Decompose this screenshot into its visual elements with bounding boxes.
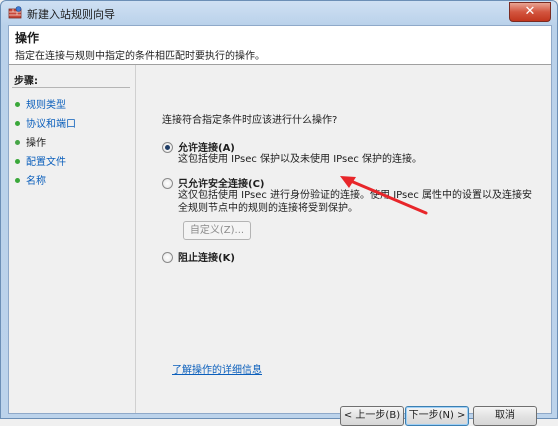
close-button[interactable]: ✕	[509, 2, 551, 22]
radio-unselected-icon[interactable]	[162, 251, 173, 263]
firewall-app-icon	[8, 6, 22, 19]
radio-selected-icon[interactable]	[162, 141, 173, 153]
steps-divider	[12, 87, 130, 88]
learn-more-link[interactable]: 了解操作的详细信息	[172, 361, 262, 376]
radio-block[interactable]: 阻止连接(K)	[162, 249, 235, 264]
step-label: 规则类型	[26, 100, 66, 111]
radio-unselected-icon[interactable]	[162, 177, 173, 189]
step-bullet-icon	[15, 101, 20, 107]
back-button[interactable]: < 上一步(B)	[340, 406, 404, 426]
close-icon: ✕	[524, 4, 536, 19]
page-title: 操作	[15, 31, 40, 45]
next-button[interactable]: 下一步(N) >	[405, 406, 469, 426]
customize-button[interactable]: 自定义(Z)...	[183, 221, 251, 240]
step-rule-type[interactable]: 规则类型	[15, 96, 66, 111]
step-label: 操作	[26, 138, 46, 149]
radio-allow-description: 这包括使用 IPsec 保护以及未使用 IPsec 保护的连接。	[178, 154, 423, 165]
steps-title: 步骤:	[14, 76, 38, 87]
wizard-client-area: 操作 指定在连接与规则中指定的条件相匹配时要执行的操作。 步骤: 规则类型 协议…	[8, 25, 552, 426]
step-profile[interactable]: 配置文件	[15, 153, 66, 168]
main-panel: 连接符合指定条件时应该进行什么操作? 允许连接(A) 这包括使用 IPsec 保…	[136, 65, 551, 426]
cancel-button[interactable]: 取消	[473, 406, 537, 426]
radio-allow[interactable]: 允许连接(A)	[162, 139, 235, 154]
radio-allow-secure[interactable]: 只允许安全连接(C)	[162, 175, 264, 190]
step-label: 配置文件	[26, 157, 66, 168]
page-description: 指定在连接与规则中指定的条件相匹配时要执行的操作。	[15, 51, 265, 62]
step-label: 协议和端口	[26, 119, 76, 130]
step-bullet-icon	[15, 139, 20, 145]
radio-block-label: 阻止连接(K)	[178, 253, 235, 264]
step-name[interactable]: 名称	[15, 172, 46, 187]
step-bullet-icon	[15, 158, 20, 164]
title-bar[interactable]: 新建入站规则向导 ✕	[1, 1, 557, 25]
wizard-header: 操作 指定在连接与规则中指定的条件相匹配时要执行的操作。	[9, 26, 551, 65]
wizard-window: 新建入站规则向导 ✕ 操作 指定在连接与规则中指定的条件相匹配时要执行的操作。 …	[0, 0, 558, 426]
window-title: 新建入站规则向导	[27, 8, 115, 21]
step-label: 名称	[26, 176, 46, 187]
action-prompt: 连接符合指定条件时应该进行什么操作?	[162, 115, 338, 126]
red-annotation-arrow-icon	[340, 176, 428, 215]
step-action[interactable]: 操作	[15, 134, 46, 149]
step-bullet-icon	[15, 177, 20, 183]
step-bullet-icon	[15, 120, 20, 126]
step-protocol-port[interactable]: 协议和端口	[15, 115, 76, 130]
steps-panel: 步骤: 规则类型 协议和端口 操作 配置文件 名称	[9, 65, 136, 413]
